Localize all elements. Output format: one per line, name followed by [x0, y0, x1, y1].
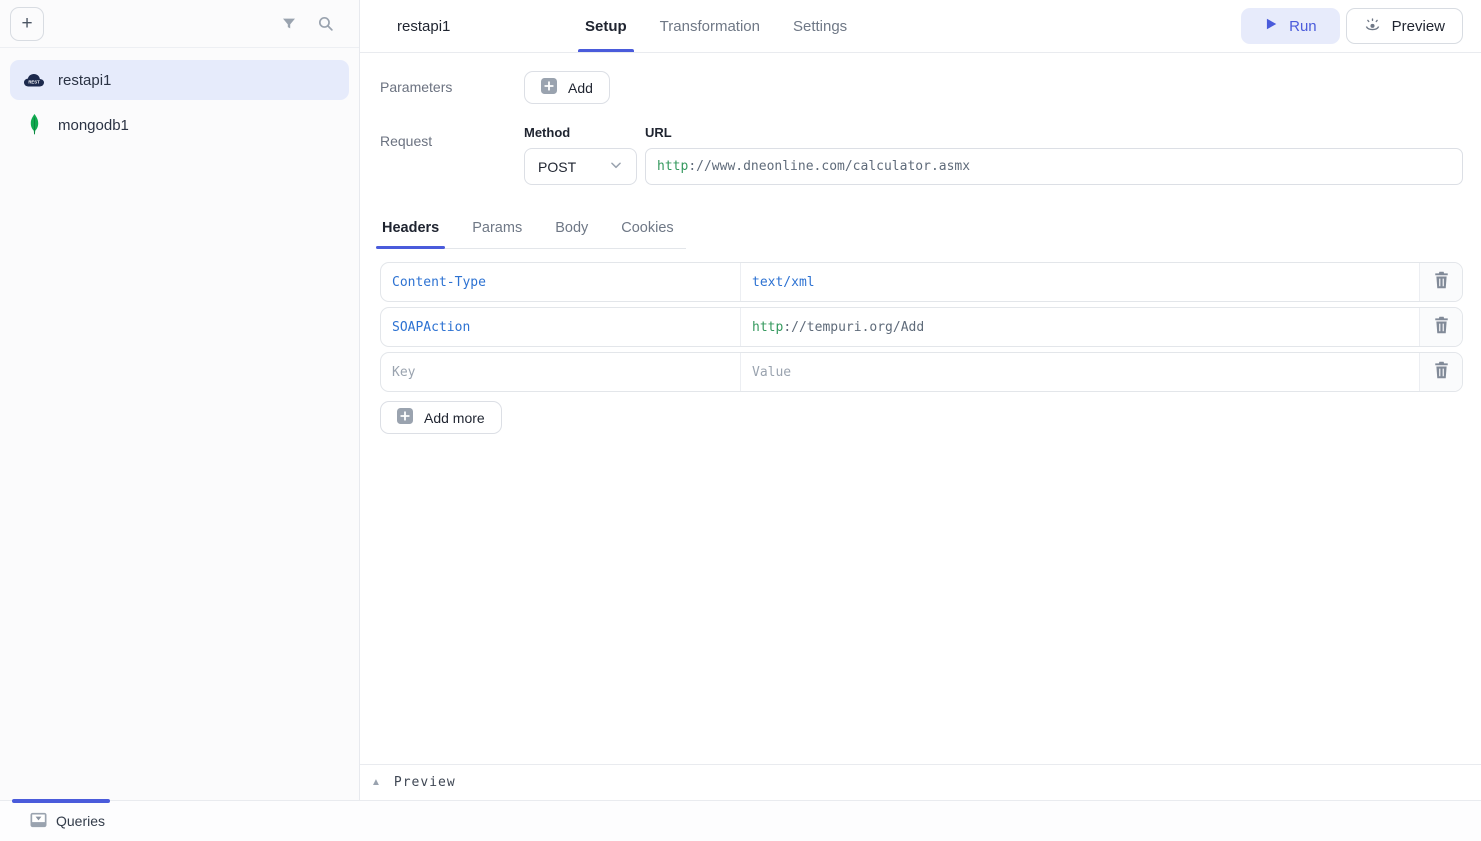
- mongodb-icon: [23, 113, 45, 137]
- method-select[interactable]: POST: [524, 148, 637, 185]
- parameters-row: Parameters Add: [380, 71, 1463, 104]
- header-key-input[interactable]: [381, 353, 741, 391]
- collapse-up-icon: ▲: [371, 777, 381, 788]
- queries-icon: [30, 812, 47, 831]
- delete-header-button[interactable]: [1420, 263, 1462, 301]
- request-fields: Method POST URL http://www.dneonline.com…: [524, 125, 1463, 185]
- run-button[interactable]: Run: [1241, 8, 1340, 44]
- plus-square-icon: [397, 408, 413, 427]
- url-scheme-text: http: [657, 159, 688, 174]
- trash-icon: [1433, 271, 1450, 294]
- tab-setup[interactable]: Setup: [585, 0, 627, 52]
- queries-tab-label: Queries: [56, 813, 105, 829]
- bottom-bar: Queries: [0, 800, 1481, 841]
- preview-drawer-toggle[interactable]: ▲ Preview: [360, 764, 1481, 800]
- sidebar-item-label: mongodb1: [58, 117, 129, 134]
- plus-square-icon: [541, 78, 557, 97]
- request-label: Request: [380, 125, 524, 185]
- url-field-group: URL http://www.dneonline.com/calculator.…: [645, 125, 1463, 185]
- url-label: URL: [645, 125, 1463, 140]
- parameters-label: Parameters: [380, 71, 524, 104]
- sidebar-item-restapi1[interactable]: REST restapi1: [10, 60, 349, 100]
- tab-cookies[interactable]: Cookies: [619, 220, 675, 248]
- search-icon[interactable]: [313, 12, 337, 36]
- rest-api-icon: REST: [23, 72, 45, 89]
- run-button-label: Run: [1289, 18, 1317, 35]
- header-key-field[interactable]: [392, 365, 729, 380]
- add-more-button[interactable]: Add more: [380, 401, 502, 434]
- delete-header-button[interactable]: [1420, 308, 1462, 346]
- header-value-rest-text: ://tempuri.org/Add: [783, 320, 924, 335]
- url-input[interactable]: http://www.dneonline.com/calculator.asmx: [645, 148, 1463, 185]
- add-parameter-button[interactable]: Add: [524, 71, 610, 104]
- tab-settings[interactable]: Settings: [793, 0, 847, 52]
- preview-button-label: Preview: [1392, 18, 1445, 35]
- method-label: Method: [524, 125, 637, 140]
- page-title: restapi1: [397, 18, 450, 35]
- header-value-input[interactable]: [741, 353, 1420, 391]
- add-more-wrap: Add more: [380, 401, 1463, 434]
- sidebar: + REST restapi1: [0, 0, 360, 800]
- active-bottom-tab-indicator: [12, 799, 110, 803]
- chevron-down-icon: [609, 158, 623, 175]
- add-parameter-label: Add: [568, 80, 593, 96]
- request-subtabs: Headers Params Body Cookies: [380, 220, 686, 249]
- svg-text:REST: REST: [28, 79, 40, 84]
- query-list: REST restapi1 mongodb1: [0, 48, 359, 157]
- sidebar-header: +: [0, 0, 359, 48]
- delete-header-button[interactable]: [1420, 353, 1462, 391]
- header-row-empty: [380, 352, 1463, 392]
- url-rest-text: ://www.dneonline.com/calculator.asmx: [688, 159, 970, 174]
- tab-headers[interactable]: Headers: [380, 220, 441, 248]
- header-value-text: text/xml: [752, 275, 815, 290]
- trash-icon: [1433, 316, 1450, 339]
- setup-content: Parameters Add Request Method POST: [360, 53, 1481, 764]
- filter-icon[interactable]: [277, 12, 301, 36]
- header-value-field[interactable]: [752, 365, 1408, 380]
- header-key-input[interactable]: Content-Type: [381, 263, 741, 301]
- header-value-input[interactable]: text/xml: [741, 263, 1420, 301]
- tab-transformation[interactable]: Transformation: [660, 0, 760, 52]
- sidebar-item-label: restapi1: [58, 72, 111, 89]
- header-key-input[interactable]: SOAPAction: [381, 308, 741, 346]
- header-key-text: Content-Type: [392, 275, 486, 290]
- bottom-tab-queries[interactable]: Queries: [30, 812, 105, 831]
- main-header: restapi1 Setup Transformation Settings R…: [360, 0, 1481, 53]
- tab-params[interactable]: Params: [470, 220, 524, 248]
- tab-body[interactable]: Body: [553, 220, 590, 248]
- main-panel: restapi1 Setup Transformation Settings R…: [360, 0, 1481, 800]
- preview-button[interactable]: Preview: [1346, 8, 1463, 44]
- headers-table: Content-Type text/xml SOAPAction: [380, 262, 1463, 392]
- main-tabs: Setup Transformation Settings: [585, 0, 847, 52]
- preview-drawer-label: Preview: [394, 775, 456, 790]
- header-value-input[interactable]: http://tempuri.org/Add: [741, 308, 1420, 346]
- new-query-button[interactable]: +: [10, 7, 44, 41]
- eye-icon: [1364, 17, 1381, 36]
- method-field-group: Method POST: [524, 125, 637, 185]
- header-key-text: SOAPAction: [392, 320, 470, 335]
- request-row: Request Method POST URL: [380, 125, 1463, 185]
- play-icon: [1264, 17, 1278, 35]
- app-window: + REST restapi1: [0, 0, 1481, 800]
- header-value-scheme-text: http: [752, 320, 783, 335]
- method-value: POST: [538, 159, 576, 175]
- header-row-content-type: Content-Type text/xml: [380, 262, 1463, 302]
- add-more-label: Add more: [424, 410, 485, 426]
- header-actions: Run Preview: [1241, 8, 1463, 44]
- trash-icon: [1433, 361, 1450, 384]
- sidebar-item-mongodb1[interactable]: mongodb1: [10, 105, 349, 145]
- header-row-soapaction: SOAPAction http://tempuri.org/Add: [380, 307, 1463, 347]
